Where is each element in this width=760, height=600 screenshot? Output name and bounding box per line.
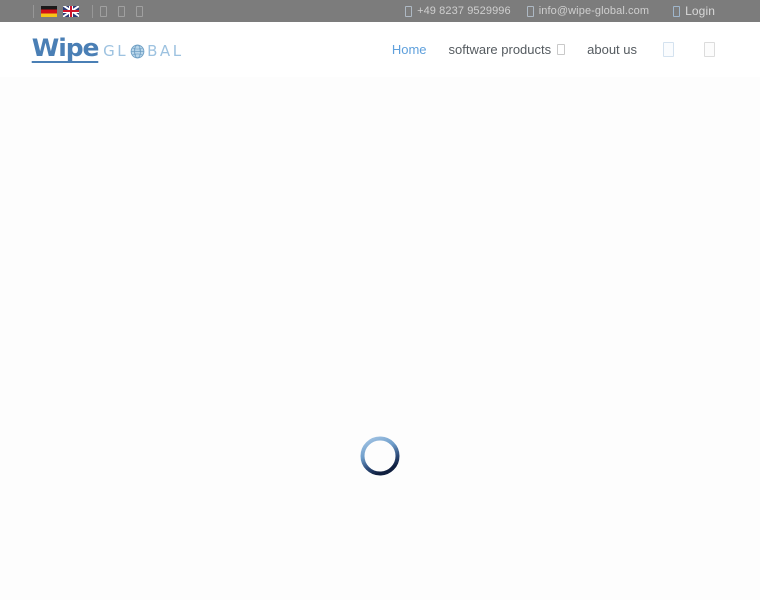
site-header: Wipe GL BAL Home software products about… xyxy=(0,22,760,77)
search-icon[interactable] xyxy=(663,42,674,57)
topbar-left-group xyxy=(0,4,154,18)
loading-spinner xyxy=(359,435,401,477)
english-flag-icon[interactable] xyxy=(63,5,79,17)
social-icon-2[interactable] xyxy=(118,5,125,17)
german-flag-icon[interactable] xyxy=(41,5,57,17)
chevron-down-icon xyxy=(557,44,566,55)
topbar-divider-left xyxy=(33,4,34,18)
email-contact[interactable]: info@wipe-global.com xyxy=(526,5,650,17)
login-label: Login xyxy=(685,4,715,18)
logo-global-right: BAL xyxy=(147,42,184,60)
nav-item-about-us[interactable]: about us xyxy=(587,42,637,57)
main-navigation: Home software products about us xyxy=(370,42,715,57)
envelope-icon xyxy=(526,5,534,17)
nav-label-home: Home xyxy=(391,42,427,57)
menu-icon[interactable] xyxy=(704,42,715,57)
email-address: info@wipe-global.com xyxy=(538,5,650,17)
nav-item-software-products[interactable]: software products xyxy=(449,42,566,57)
globe-icon xyxy=(130,44,145,59)
nav-label-about-us: about us xyxy=(587,42,637,57)
site-logo[interactable]: Wipe GL BAL xyxy=(31,34,184,63)
logo-wordmark-global: GL BAL xyxy=(103,44,183,59)
nav-item-home[interactable]: Home xyxy=(392,42,427,57)
logo-global-left: GL xyxy=(103,42,129,60)
phone-contact[interactable]: +49 8237 9529996 xyxy=(405,5,511,17)
nav-label-software-products: software products xyxy=(448,42,552,57)
topbar-divider-right xyxy=(92,4,93,18)
login-link[interactable]: Login xyxy=(673,4,715,18)
hero-slider xyxy=(0,77,760,600)
social-icon-3[interactable] xyxy=(136,5,143,17)
logo-wordmark-wipe: Wipe xyxy=(31,34,99,63)
union-jack-cross-vertical xyxy=(70,5,72,17)
phone-number: +49 8237 9529996 xyxy=(417,5,511,17)
user-icon xyxy=(673,5,681,17)
topbar-right-group: +49 8237 9529996 info@wipe-global.com Lo… xyxy=(389,0,715,22)
social-icon-1[interactable] xyxy=(100,5,107,17)
top-utility-bar: +49 8237 9529996 info@wipe-global.com Lo… xyxy=(0,0,760,22)
phone-icon xyxy=(405,5,413,17)
